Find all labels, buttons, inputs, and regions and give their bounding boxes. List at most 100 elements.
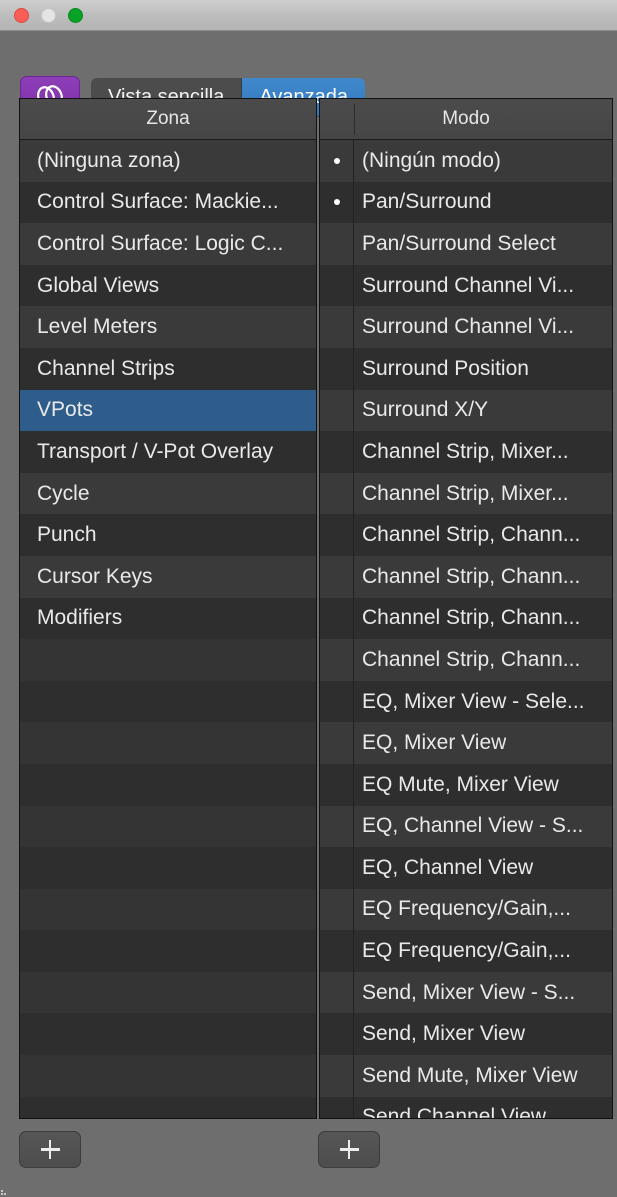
mode-row[interactable]: Channel Strip, Mixer... xyxy=(320,472,612,515)
resize-grip[interactable] xyxy=(1,1184,13,1196)
mode-row[interactable]: Pan/Surround Select xyxy=(320,223,612,265)
zone-row-label: Cycle xyxy=(37,481,90,505)
zone-row-label: VPots xyxy=(37,398,94,422)
zone-row[interactable]: VPots xyxy=(20,389,316,432)
zone-table-body[interactable]: (Ninguna zona) Control Surface: Mackie...… xyxy=(20,140,316,1118)
mode-row-marker-cell[interactable] xyxy=(320,140,354,182)
zone-empty-row xyxy=(20,763,316,806)
mode-row[interactable]: Send Channel View xyxy=(320,1096,612,1118)
window-titlebar xyxy=(0,0,617,31)
zone-table-header[interactable]: Zona xyxy=(20,99,316,140)
mode-row-label: EQ, Mixer View - Sele... xyxy=(362,689,585,713)
mode-row[interactable]: EQ, Channel View xyxy=(320,847,612,889)
mode-row-marker-cell[interactable] xyxy=(320,722,354,764)
bullet-icon-empty xyxy=(334,948,340,954)
mode-row[interactable]: Channel Strip, Chann... xyxy=(320,639,612,681)
mode-row[interactable]: Surround Channel Vi... xyxy=(320,306,612,348)
zone-empty-row xyxy=(20,930,316,972)
bullet-icon xyxy=(334,199,340,206)
mode-row[interactable]: EQ Frequency/Gain,... xyxy=(320,888,612,931)
mode-row[interactable]: Channel Strip, Chann... xyxy=(320,597,612,640)
mode-row-label: EQ Frequency/Gain,... xyxy=(362,897,571,921)
zone-row[interactable]: Global Views xyxy=(20,264,316,307)
mode-row-marker-cell[interactable] xyxy=(320,597,354,640)
mode-row-marker-cell[interactable] xyxy=(320,389,354,432)
mode-table-body[interactable]: (Ningún modo) Pan/Surround Pan/Surround Se… xyxy=(320,140,612,1118)
toolbar: Vista sencilla Avanzada xyxy=(0,31,617,117)
zone-row-label: Channel Strips xyxy=(37,356,175,380)
mode-row[interactable]: Channel Strip, Chann... xyxy=(320,555,612,598)
zone-row[interactable]: (Ninguna zona) xyxy=(20,140,316,182)
mode-row[interactable]: EQ, Channel View - S... xyxy=(320,805,612,848)
mode-row[interactable]: (Ningún modo) xyxy=(320,140,612,182)
zone-row[interactable]: Transport / V-Pot Overlay xyxy=(20,431,316,473)
mode-row-marker-cell[interactable] xyxy=(320,1055,354,1097)
mode-row-marker-cell[interactable] xyxy=(320,223,354,265)
mode-row-marker-cell[interactable] xyxy=(320,431,354,473)
mode-row[interactable]: Surround X/Y xyxy=(320,389,612,432)
mode-row-marker-cell[interactable] xyxy=(320,805,354,848)
zone-row[interactable]: Cycle xyxy=(20,472,316,515)
zone-row[interactable]: Channel Strips xyxy=(20,347,316,390)
mode-row[interactable]: Channel Strip, Mixer... xyxy=(320,431,612,473)
mode-row[interactable]: EQ Frequency/Gain,... xyxy=(320,930,612,972)
mode-row-marker-cell[interactable] xyxy=(320,930,354,972)
mode-row-label: Send Channel View xyxy=(362,1105,547,1118)
mode-row-label: Channel Strip, Mixer... xyxy=(362,439,569,463)
mode-row-marker-cell[interactable] xyxy=(320,472,354,515)
add-zone-button[interactable] xyxy=(19,1131,81,1168)
zone-empty-row xyxy=(20,1013,316,1056)
mode-row[interactable]: Send, Mixer View - S... xyxy=(320,971,612,1014)
mode-row-marker-cell[interactable] xyxy=(320,514,354,556)
mode-row-marker-cell[interactable] xyxy=(320,680,354,723)
zone-empty-row xyxy=(20,1096,316,1118)
zoom-window-button[interactable] xyxy=(68,8,83,23)
zone-row-label: Modifiers xyxy=(37,606,123,630)
mode-row[interactable]: Send Mute, Mixer View xyxy=(320,1055,612,1097)
mode-row-label: Surround Channel Vi... xyxy=(362,273,575,297)
zone-row[interactable]: Control Surface: Mackie... xyxy=(20,181,316,224)
bullet-icon-empty xyxy=(334,823,340,829)
mode-row-marker-cell[interactable] xyxy=(320,639,354,681)
bullet-icon-empty xyxy=(334,657,340,663)
mode-row-label: Channel Strip, Chann... xyxy=(362,647,581,671)
mode-row-label: Surround Position xyxy=(362,356,529,380)
zone-row-label: Cursor Keys xyxy=(37,564,153,588)
mode-row-marker-cell[interactable] xyxy=(320,971,354,1014)
mode-row-marker-cell[interactable] xyxy=(320,847,354,889)
mode-row-marker-cell[interactable] xyxy=(320,1013,354,1055)
mode-row-marker-cell[interactable] xyxy=(320,264,354,307)
mode-row[interactable]: Surround Position xyxy=(320,347,612,390)
mode-row-marker-cell[interactable] xyxy=(320,1096,354,1118)
zone-row[interactable]: Punch xyxy=(20,514,316,556)
mode-row-marker-cell[interactable] xyxy=(320,888,354,931)
mode-row[interactable]: EQ, Mixer View xyxy=(320,722,612,764)
mode-row-label: Channel Strip, Chann... xyxy=(362,564,581,588)
mode-row-marker-cell[interactable] xyxy=(320,181,354,224)
add-mode-button[interactable] xyxy=(318,1131,380,1168)
mode-row-marker-cell[interactable] xyxy=(320,555,354,598)
mode-row-marker-cell[interactable] xyxy=(320,306,354,348)
minimize-window-button[interactable] xyxy=(41,8,56,23)
mode-row-label: EQ, Channel View xyxy=(362,855,534,879)
zone-empty-row xyxy=(20,722,316,764)
mode-row[interactable]: EQ Mute, Mixer View xyxy=(320,763,612,806)
mode-row-marker-cell[interactable] xyxy=(320,763,354,806)
zone-empty-row xyxy=(20,888,316,931)
zone-row[interactable]: Cursor Keys xyxy=(20,555,316,598)
mode-row-label: Pan/Surround Select xyxy=(362,231,556,255)
zone-row[interactable]: Level Meters xyxy=(20,306,316,348)
close-window-button[interactable] xyxy=(14,8,29,23)
mode-table-header[interactable]: Modo xyxy=(320,99,612,140)
mode-row[interactable]: Send, Mixer View xyxy=(320,1013,612,1056)
mode-row[interactable]: EQ, Mixer View - Sele... xyxy=(320,680,612,723)
mode-row-marker-cell[interactable] xyxy=(320,347,354,390)
bullet-icon-empty xyxy=(334,574,340,580)
mode-row[interactable]: Pan/Surround xyxy=(320,181,612,224)
mode-row[interactable]: Channel Strip, Chann... xyxy=(320,514,612,556)
mode-row[interactable]: Surround Channel Vi... xyxy=(320,264,612,307)
bullet-icon-empty xyxy=(334,1031,340,1037)
zone-row[interactable]: Modifiers xyxy=(20,597,316,640)
zone-row-label: Level Meters xyxy=(37,315,158,339)
zone-row[interactable]: Control Surface: Logic C... xyxy=(20,223,316,265)
